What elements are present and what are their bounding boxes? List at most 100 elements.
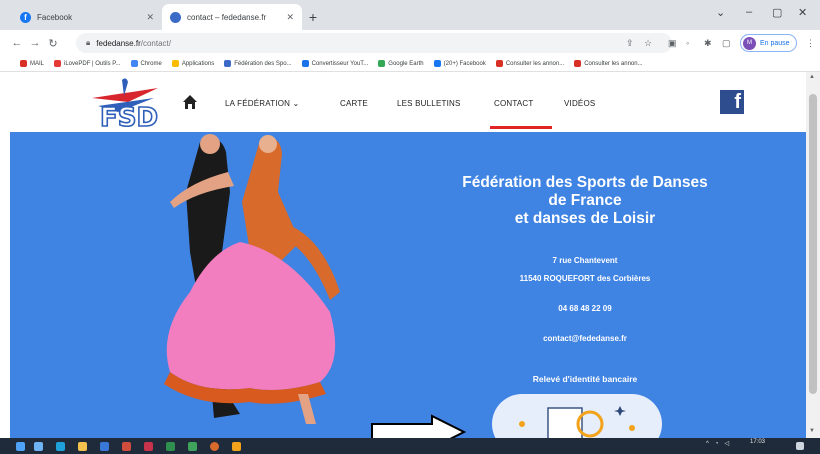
nav-contact[interactable]: CONTACT [494,99,533,108]
lock-icon[interactable]: 🔒︎ [86,38,90,48]
rib-heading: Relevé d'identité bancaire [532,374,638,384]
federation-title: Fédération des Sports de Danses de Franc… [420,174,750,228]
bookmark-label: Consulter les annon... [584,60,643,67]
contact-hero: Fédération des Sports de Danses de Franc… [10,132,806,438]
url-host: fededanse.fr [96,38,141,48]
bookmark-item[interactable]: Google Earth [378,60,424,67]
bookmark-item[interactable]: Convertisseur YouT... [301,60,368,67]
bookmark-item[interactable]: (20+) Facebook [433,60,486,67]
tab-search-icon[interactable]: ⌄ [716,6,725,19]
bookmark-item[interactable]: MAIL [20,60,44,67]
bookmark-favicon-icon [130,60,138,67]
bookmark-favicon-icon [171,60,179,67]
extension-icon[interactable]: ▣ [668,38,677,49]
document-magnifier-icon [519,406,635,438]
speaker-icon[interactable]: ◁ [724,440,729,447]
windows-start-icon[interactable] [16,442,25,451]
bookmark-label: Google Earth [388,60,424,67]
facebook-icon: f [20,11,31,23]
close-window-button[interactable]: ✕ [798,6,807,19]
scroll-down-icon[interactable]: ▼ [809,428,815,434]
bookmark-star-icon[interactable]: ☆ [644,38,652,49]
bookmarks-bar: MAIL iLovePDF | Outils P... Chrome Applicat… [0,56,820,72]
app-icon[interactable] [144,442,153,451]
nav-videos[interactable]: VIDÉOS [564,99,595,108]
windows-taskbar: ^ ◔ ◁ 17:03 [0,438,820,454]
file-explorer-icon[interactable] [78,442,87,451]
bookmark-favicon-icon [224,60,232,67]
system-tray[interactable]: ^ ◔ ◁ [706,440,729,448]
bookmark-label: Chrome [140,60,162,67]
forward-button[interactable]: → [26,37,44,49]
bookmark-item[interactable]: Fédération des Spo... [224,60,292,67]
chevron-up-icon[interactable]: ^ [706,441,709,447]
rib-download-card[interactable] [492,394,662,438]
bookmark-label: MAIL [30,60,45,67]
svg-text:FSD: FSD [100,103,158,130]
reload-button[interactable]: ↻ [44,37,62,50]
close-icon[interactable]: ✕ [286,12,294,23]
title-line: et danses de Loisir [514,210,656,227]
chrome-icon[interactable] [210,442,219,451]
bookmark-favicon-icon [495,60,503,67]
edge-icon[interactable] [56,442,65,451]
title-line: Fédération des Sports de Danses [462,174,708,191]
bookmark-item[interactable]: iLovePDF | Outils P... [54,60,121,67]
tab-contact[interactable]: contact – fededanse.fr ✕ [162,4,302,30]
phone-number[interactable]: 04 68 48 22 09 [420,304,750,313]
active-nav-indicator [490,126,552,129]
site-header: FSD LA FÉDÉRATION ⌄ CARTE LES BULLETINS … [10,72,806,132]
minimize-button[interactable]: – [746,6,752,18]
address-line2: 11540 ROQUEFORT des Corbières [519,274,651,283]
taskbar-clock[interactable]: 17:03 [750,439,765,446]
url-path: /contact/ [140,38,171,48]
nav-federation[interactable]: LA FÉDÉRATION ⌄ [225,99,299,108]
bookmark-item[interactable]: Applications [171,60,215,67]
bookmark-item[interactable]: Chrome [130,60,162,67]
bookmark-favicon-icon [20,60,27,67]
tab-label: contact – fededanse.fr [187,12,267,22]
fsd-favicon-icon [170,11,181,23]
bookmark-item[interactable]: Consulter les annon... [574,60,643,67]
app-icon[interactable] [188,442,197,451]
browser-toolbar: ← → ↻ 🔒︎ fededanse.fr/contact/ ⇪ ☆ ▣ ◦ ✱… [0,30,820,56]
back-button[interactable]: ← [8,37,26,49]
page-scrollbar[interactable]: ▲ ▼ [806,72,820,438]
nav-bulletins[interactable]: LES BULLETINS [397,99,461,108]
store-icon[interactable] [100,442,109,451]
side-panel-icon[interactable]: ▢ [722,38,731,49]
excel-icon[interactable] [166,442,175,451]
scroll-thumb[interactable] [809,94,817,394]
bookmark-label: iLovePDF | Outils P... [64,60,121,67]
scroll-up-icon[interactable]: ▲ [809,74,815,80]
new-tab-button[interactable]: + [302,4,324,30]
bookmark-item[interactable]: Consulter les annon... [495,60,564,67]
tab-facebook[interactable]: f Facebook ✕ [12,4,162,30]
task-view-icon[interactable] [34,442,43,451]
address-bar[interactable]: 🔒︎ fededanse.fr/contact/ [76,33,672,53]
fsd-logo[interactable]: FSD [88,76,162,130]
nav-carte[interactable]: CARTE [340,99,368,108]
close-icon[interactable]: ✕ [146,12,154,23]
email-link[interactable]: contact@fededanse.fr [420,334,750,343]
notification-icon[interactable] [796,442,804,450]
bookmark-favicon-icon [433,60,441,67]
app-icon[interactable] [232,442,241,451]
profile-button[interactable]: M En pause [740,34,797,52]
share-icon[interactable]: ⇪ [626,38,634,49]
extension-icon[interactable]: ◦ [686,38,689,48]
app-icon[interactable] [122,442,131,451]
home-icon[interactable] [182,94,198,110]
avatar: M [743,36,756,50]
bookmark-favicon-icon [54,60,62,67]
puzzle-icon[interactable]: ✱ [704,38,712,49]
bookmark-label: (20+) Facebook [443,60,486,67]
bookmark-favicon-icon [301,60,309,67]
maximize-button[interactable]: ▢ [772,6,782,19]
menu-kebab-icon[interactable]: ⋮ [806,38,815,49]
network-icon[interactable]: ◔ [715,441,719,447]
bookmark-label: Applications [181,60,215,67]
facebook-icon[interactable]: f [720,90,744,114]
title-line: de France [548,192,622,209]
tab-label: Facebook [37,12,73,22]
